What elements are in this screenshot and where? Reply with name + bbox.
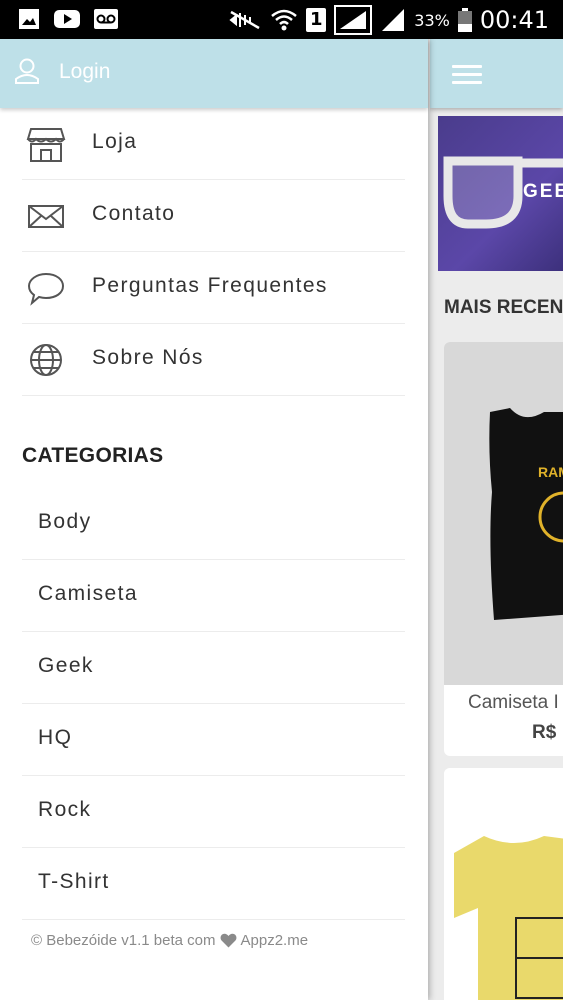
- category-item-t-shirt[interactable]: T-Shirt: [22, 848, 405, 920]
- category-label: Rock: [38, 798, 92, 821]
- envelope-icon: [28, 205, 64, 228]
- category-item-camiseta[interactable]: Camiseta: [22, 560, 405, 632]
- heart-icon: [220, 933, 236, 948]
- category-label: Geek: [38, 654, 94, 677]
- chat-bubble-icon: [27, 272, 65, 306]
- category-label: T-Shirt: [38, 870, 110, 893]
- svg-text:RAM: RAM: [538, 464, 563, 480]
- categories-heading: CATEGORIAS: [22, 444, 164, 467]
- gallery-icon: [19, 9, 39, 29]
- product-image: RAM: [444, 342, 563, 685]
- wifi-icon: [271, 9, 298, 31]
- category-label: HQ: [38, 726, 73, 749]
- promo-banner[interactable]: GEE: [438, 116, 563, 271]
- login-label[interactable]: Login: [59, 60, 110, 84]
- voicemail-icon: [94, 9, 118, 29]
- menu-item-label: Loja: [92, 130, 138, 153]
- main-header: [430, 39, 563, 108]
- menu-item-loja[interactable]: Loja: [22, 108, 405, 180]
- category-item-hq[interactable]: HQ: [22, 704, 405, 776]
- tank-top-image: RAM: [489, 408, 563, 620]
- main-content: GEE MAIS RECEN RAM Camiseta I R$: [430, 39, 563, 1000]
- menu-item-label: Perguntas Frequentes: [92, 274, 328, 297]
- product-price: R$: [532, 722, 557, 743]
- store-icon: [26, 128, 66, 162]
- signal-icon: [382, 9, 405, 31]
- product-name: Camiseta I: [468, 692, 559, 713]
- battery-icon: [457, 8, 472, 32]
- section-title: MAIS RECEN: [444, 297, 563, 318]
- menu-item-perguntas-frequentes[interactable]: Perguntas Frequentes: [22, 252, 405, 324]
- battery-percent: 33%: [414, 10, 450, 30]
- footer-link[interactable]: Appz2.me: [241, 932, 309, 949]
- product-image: [444, 768, 563, 1000]
- category-item-geek[interactable]: Geek: [22, 632, 405, 704]
- hamburger-menu-icon[interactable]: [452, 65, 482, 85]
- menu-item-label: Contato: [92, 202, 176, 225]
- banner-text: GEE: [523, 181, 563, 202]
- category-item-body[interactable]: Body: [22, 488, 405, 560]
- drawer-header[interactable]: Login: [0, 39, 428, 108]
- clock: 00:41: [479, 6, 549, 34]
- product-card[interactable]: RAM Camiseta I R$: [444, 342, 563, 756]
- category-item-rock[interactable]: Rock: [22, 776, 405, 848]
- tshirt-image: [454, 836, 563, 1000]
- navigation-drawer: Login Loja Contato Perguntas Frequentes: [0, 39, 428, 1000]
- menu-item-sobre-nos[interactable]: Sobre Nós: [22, 324, 405, 396]
- category-label: Camiseta: [38, 582, 138, 605]
- menu-item-label: Sobre Nós: [92, 346, 204, 369]
- globe-icon: [30, 344, 62, 376]
- menu-item-contato[interactable]: Contato: [22, 180, 405, 252]
- mute-icon: [229, 10, 260, 30]
- signal-icon: [334, 5, 373, 35]
- sim-icon: 1: [306, 8, 327, 32]
- drawer-footer: © Bebezóide v1.1 beta com Appz2.me: [31, 932, 308, 949]
- category-label: Body: [38, 510, 92, 533]
- youtube-icon: [54, 10, 80, 28]
- footer-credit: © Bebezóide v1.1 beta com: [31, 932, 216, 949]
- product-card[interactable]: [444, 768, 563, 1000]
- status-bar: 1 33% 00:41: [0, 0, 563, 39]
- user-icon: [15, 58, 39, 84]
